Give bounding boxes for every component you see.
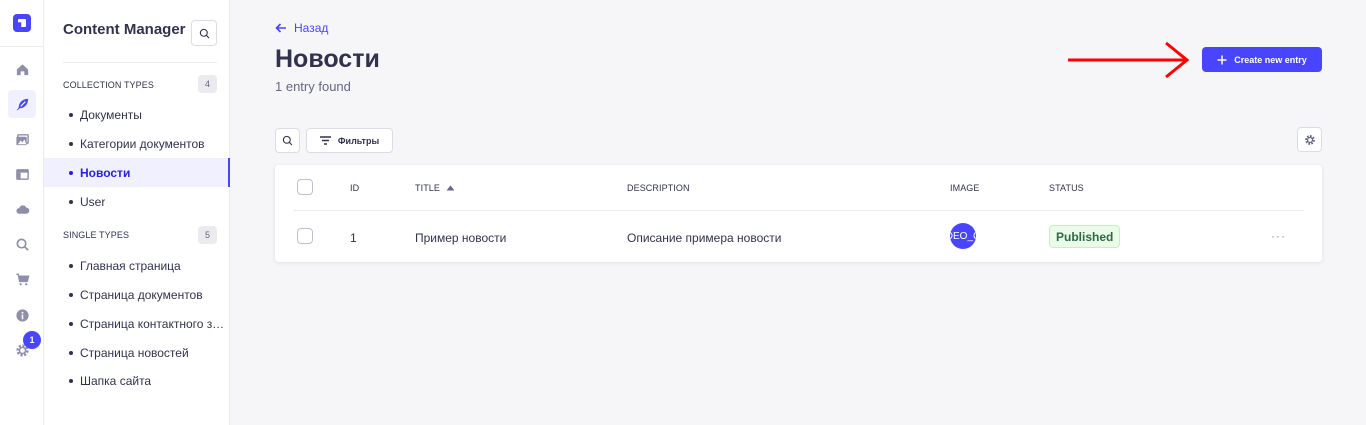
sidebar-item-label: Страница контактного зоо...	[80, 316, 227, 331]
table-settings-button[interactable]	[1297, 127, 1322, 152]
search-icon[interactable]	[8, 230, 36, 258]
column-header-title[interactable]: TITLE	[415, 183, 455, 193]
sidebar-item-label: Шапка сайта	[80, 373, 152, 388]
column-header-title-label: TITLE	[415, 183, 441, 193]
sidebar-item-user[interactable]: User	[44, 187, 230, 216]
sidebar-item-label: Страница новостей	[80, 345, 189, 360]
cell-title[interactable]: Пример новости	[415, 231, 506, 245]
table-divider	[293, 210, 1304, 211]
cart-icon[interactable]	[8, 265, 36, 293]
create-new-entry-label: Create new entry	[1234, 54, 1307, 65]
sidebar-title: Content Manager	[63, 21, 186, 38]
create-new-entry-button[interactable]: Create new entry	[1202, 47, 1322, 72]
entries-table: ID TITLE DESCRIPTION IMAGE STATUS 1 Прим…	[275, 165, 1322, 262]
sidebar-item-document-categories[interactable]: Категории документов	[44, 129, 230, 158]
sidebar-item-documents[interactable]: Документы	[44, 100, 230, 129]
table-search-button[interactable]	[275, 128, 300, 153]
search-icon	[199, 28, 209, 38]
back-link[interactable]: Назад	[275, 21, 328, 35]
notification-badge: 1	[23, 331, 41, 349]
cloud-icon[interactable]	[8, 195, 36, 223]
single-types-heading: SINGLE TYPES	[63, 230, 130, 240]
annotation-arrow-icon	[1068, 41, 1190, 79]
content-manager-sidebar: Content Manager COLLECTION TYPES 4 Докум…	[44, 0, 230, 425]
sort-ascending-icon	[446, 185, 455, 191]
gear-icon	[1304, 134, 1315, 145]
main-nav-rail: 1	[0, 0, 44, 425]
status-badge: Published	[1049, 225, 1121, 248]
rail-divider	[0, 46, 44, 47]
sidebar-item-contact-page[interactable]: Страница контактного зоо...	[44, 309, 230, 338]
sidebar-item-label: Страница документов	[80, 287, 203, 302]
media-icon[interactable]	[8, 125, 36, 153]
sidebar-divider	[63, 62, 217, 63]
sidebar-search-button[interactable]	[191, 20, 217, 46]
filter-icon	[319, 136, 331, 145]
cell-id[interactable]: 1	[350, 231, 357, 245]
sidebar-item-label: Категории документов	[80, 136, 205, 151]
sidebar-item-label: Главная страница	[80, 258, 181, 273]
page-title: Новости	[275, 45, 380, 73]
row-checkbox[interactable]	[297, 228, 313, 244]
sidebar-item-label: Документы	[80, 107, 142, 122]
back-label: Назад	[294, 21, 329, 35]
arrow-left-icon	[275, 23, 286, 33]
layout-icon[interactable]	[8, 160, 36, 188]
info-icon[interactable]	[8, 301, 36, 329]
sidebar-item-homepage[interactable]: Главная страница	[44, 251, 230, 280]
column-header-description[interactable]: DESCRIPTION	[627, 183, 690, 193]
column-header-image: IMAGE	[950, 183, 980, 193]
single-types-count: 5	[198, 226, 217, 244]
sidebar-item-label: User	[80, 194, 106, 209]
cell-image-thumbnail[interactable]: DEO_C	[950, 223, 976, 249]
home-icon[interactable]	[8, 55, 36, 83]
sidebar-item-documents-page[interactable]: Страница документов	[44, 280, 230, 309]
cell-description[interactable]: Описание примера новости	[627, 231, 781, 245]
plus-icon	[1217, 55, 1227, 64]
row-actions-button[interactable]: ···	[1271, 229, 1286, 243]
collection-types-count: 4	[198, 75, 217, 93]
sidebar-item-label: Новости	[80, 165, 131, 180]
column-header-id[interactable]: ID	[350, 183, 359, 193]
logo-icon[interactable]	[13, 14, 31, 32]
sidebar-item-site-header[interactable]: Шапка сайта	[44, 366, 230, 395]
sidebar-item-news-page[interactable]: Страница новостей	[44, 338, 230, 367]
filters-label: Фильтры	[337, 135, 380, 146]
filters-button[interactable]: Фильтры	[306, 128, 393, 153]
search-icon	[282, 135, 293, 146]
sidebar-item-news[interactable]: Новости	[44, 158, 230, 187]
column-header-status: STATUS	[1049, 183, 1084, 193]
feather-icon[interactable]	[8, 90, 36, 118]
collection-types-heading: COLLECTION TYPES	[63, 80, 154, 90]
select-all-checkbox[interactable]	[297, 179, 313, 195]
entry-count: 1 entry found	[275, 79, 351, 94]
